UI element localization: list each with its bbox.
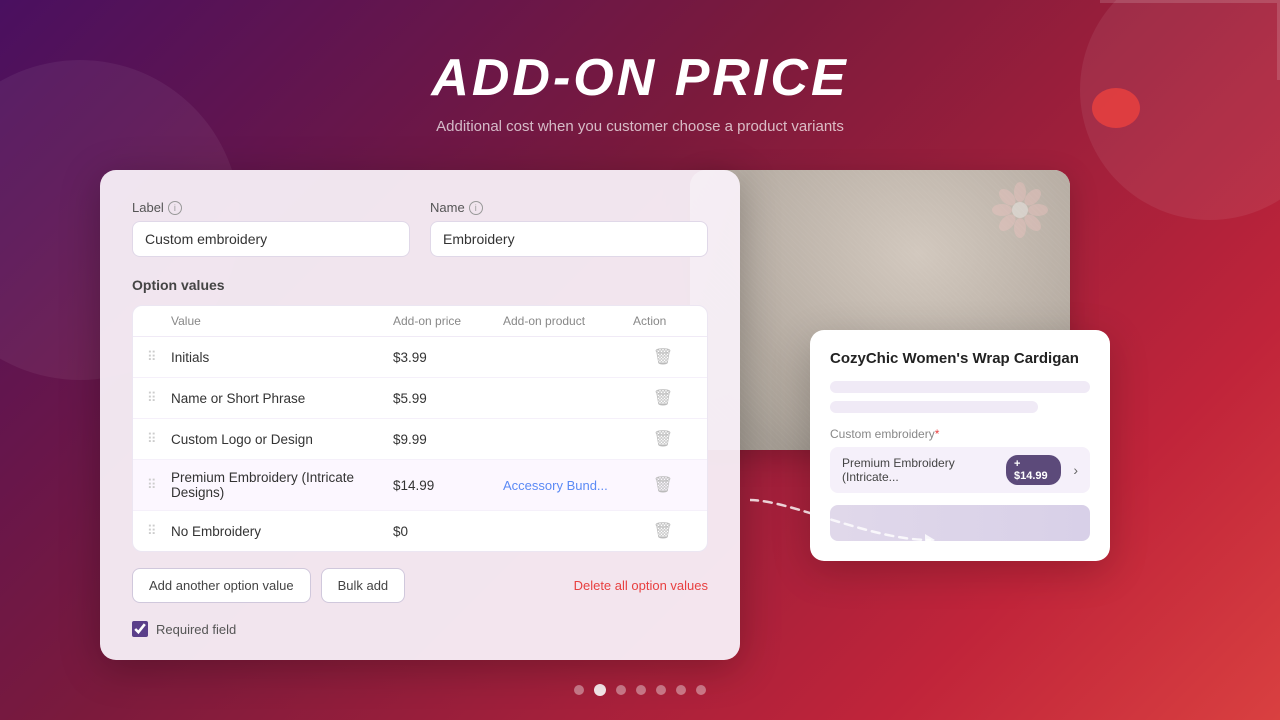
drag-handle-icon[interactable]: ⠿ — [147, 431, 171, 447]
right-panel: CozyChic Women's Wrap Cardigan Custom em… — [690, 170, 1210, 600]
product-link[interactable]: Accessory Bund... — [503, 478, 608, 493]
page-title: ADD-ON PRICE — [0, 48, 1280, 108]
price-badge: + $14.99 — [1006, 455, 1061, 485]
pagination-dot-1[interactable] — [594, 684, 606, 696]
drag-handle-icon[interactable]: ⠿ — [147, 349, 171, 365]
product-select-row[interactable]: Premium Embroidery (Intricate... + $14.9… — [830, 447, 1090, 493]
option-values-title: Option values — [132, 277, 708, 293]
page-subtitle: Additional cost when you customer choose… — [0, 118, 1280, 135]
required-field-row: Required field — [132, 621, 708, 637]
pagination — [574, 684, 706, 696]
page-header: ADD-ON PRICE Additional cost when you cu… — [0, 0, 1280, 135]
table-row: ⠿ No Embroidery $0 🗑 — [133, 511, 707, 551]
name-info-icon: i — [469, 201, 483, 215]
skeleton-line-2 — [830, 401, 1038, 413]
drag-handle-icon[interactable]: ⠿ — [147, 523, 171, 539]
drag-handle-icon[interactable]: ⠿ — [147, 477, 171, 493]
delete-all-button[interactable]: Delete all option values — [574, 578, 708, 593]
product-cta-button — [830, 505, 1090, 541]
pagination-dot-5[interactable] — [676, 685, 686, 695]
table-row: ⠿ Initials $3.99 🗑 — [133, 337, 707, 378]
required-field-checkbox[interactable] — [132, 621, 148, 637]
option-values-table: Value Add-on price Add-on product Action… — [132, 305, 708, 552]
required-field-label: Required field — [156, 622, 236, 637]
pagination-dot-6[interactable] — [696, 685, 706, 695]
label-group: Label i — [132, 200, 410, 257]
pagination-dot-2[interactable] — [616, 685, 626, 695]
selected-option-text: Premium Embroidery (Intricate... — [842, 456, 1006, 484]
table-actions: Add another option value Bulk add Delete… — [132, 568, 708, 603]
delete-row-icon[interactable]: 🗑 — [633, 429, 693, 449]
delete-row-icon[interactable]: 🗑 — [633, 388, 693, 408]
delete-row-icon[interactable]: 🗑 — [633, 475, 693, 495]
pagination-dot-4[interactable] — [656, 685, 666, 695]
drag-handle-icon[interactable]: ⠿ — [147, 390, 171, 406]
label-info-icon: i — [168, 201, 182, 215]
name-group: Name i — [430, 200, 708, 257]
chevron-down-icon: › — [1073, 462, 1078, 478]
product-option-label: Custom embroidery* — [830, 427, 1090, 441]
bulk-add-button[interactable]: Bulk add — [321, 568, 406, 603]
delete-row-icon[interactable]: 🗑 — [633, 521, 693, 541]
name-field-label: Name i — [430, 200, 708, 215]
label-field-label: Label i — [132, 200, 410, 215]
add-option-button[interactable]: Add another option value — [132, 568, 311, 603]
skeleton-line-1 — [830, 381, 1090, 393]
label-input[interactable] — [132, 221, 410, 257]
pagination-dot-0[interactable] — [574, 685, 584, 695]
product-card-title: CozyChic Women's Wrap Cardigan — [830, 350, 1090, 367]
table-row: ⠿ Custom Logo or Design $9.99 🗑 — [133, 419, 707, 460]
flower-decoration — [990, 180, 1050, 240]
pagination-dot-3[interactable] — [636, 685, 646, 695]
content-area: Label i Name i Option values Value Add-o… — [100, 170, 1200, 660]
table-row: ⠿ Name or Short Phrase $5.99 🗑 — [133, 378, 707, 419]
table-header: Value Add-on price Add-on product Action — [133, 306, 707, 337]
name-input[interactable] — [430, 221, 708, 257]
table-row: ⠿ Premium Embroidery (Intricate Designs)… — [133, 460, 707, 511]
form-top-row: Label i Name i — [132, 200, 708, 257]
delete-row-icon[interactable]: 🗑 — [633, 347, 693, 367]
product-detail-card: CozyChic Women's Wrap Cardigan Custom em… — [810, 330, 1110, 561]
form-panel: Label i Name i Option values Value Add-o… — [100, 170, 740, 660]
